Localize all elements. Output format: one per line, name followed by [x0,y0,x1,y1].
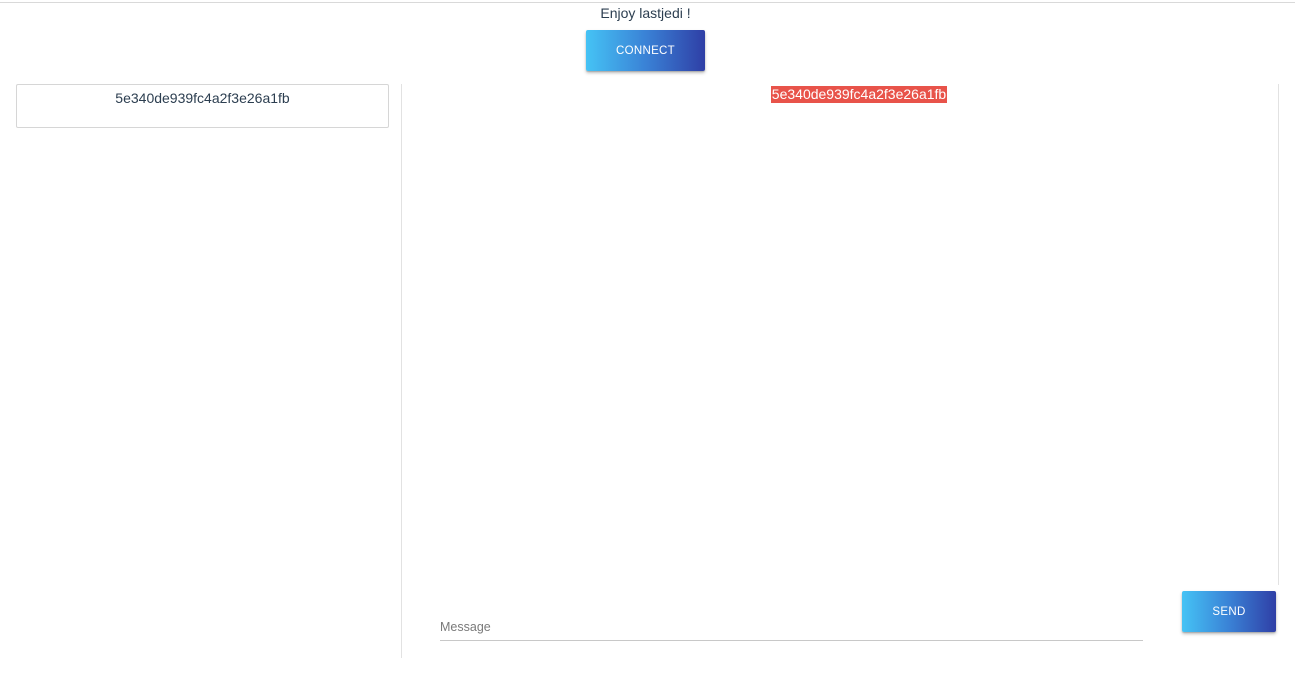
top-divider [0,2,1295,3]
connect-button[interactable]: CONNECT [586,30,705,71]
message-field[interactable] [440,612,1143,641]
message-input[interactable] [440,612,1143,640]
active-conversation-id: 5e340de939fc4a2f3e26a1fb [770,86,948,103]
chat-panel: 5e340de939fc4a2f3e26a1fb [403,84,1279,585]
greeting-text: Enjoy lastjedi ! [600,5,691,21]
conversation-list: 5e340de939fc4a2f3e26a1fb [0,84,402,658]
send-button[interactable]: SEND [1182,591,1276,632]
conversation-item[interactable]: 5e340de939fc4a2f3e26a1fb [16,84,389,128]
chat-header: 5e340de939fc4a2f3e26a1fb [403,86,1295,104]
